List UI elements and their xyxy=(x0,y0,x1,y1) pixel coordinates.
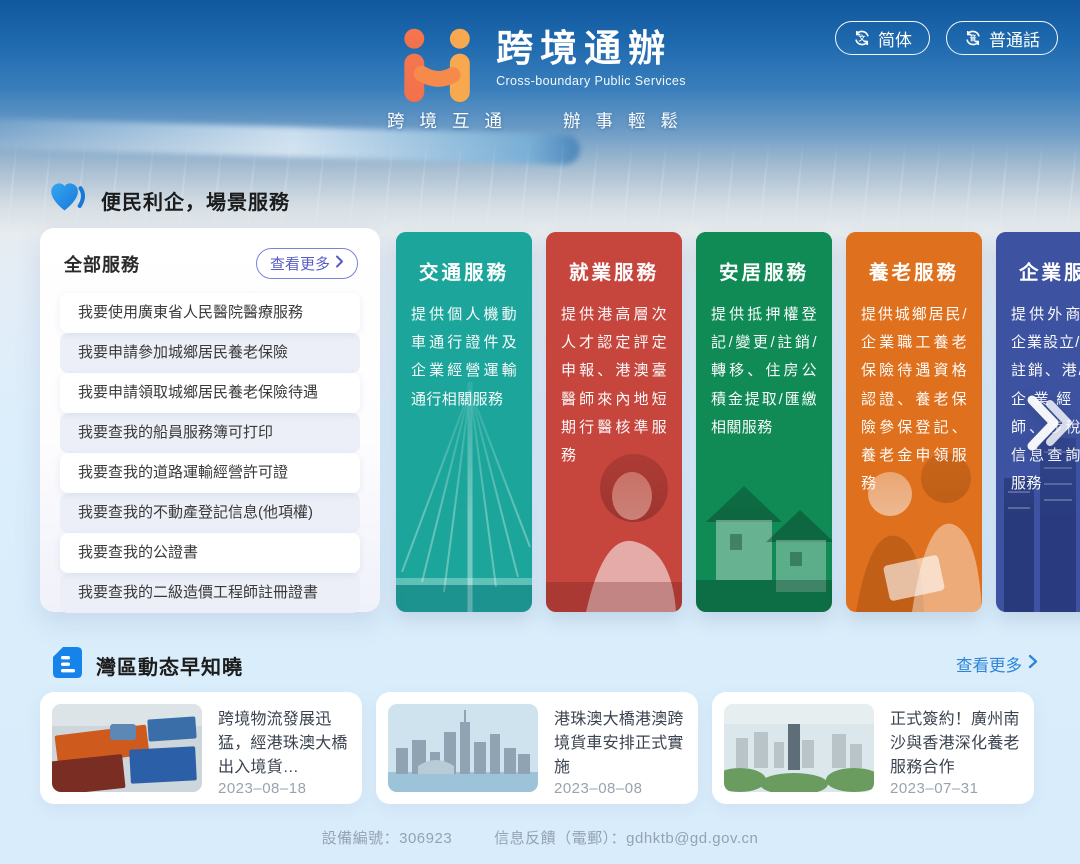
service-card-title: 交通服務 xyxy=(396,256,532,285)
service-card-desc: 提供個人機動車通行證件及企業經營運輸通行相關服務 xyxy=(411,301,517,414)
service-card-desc: 提供抵押權登記/變更/註銷/轉移、住房公積金提取/匯繳相關服務 xyxy=(711,301,817,442)
services-section-heading: 便民利企，場景服務 xyxy=(50,182,290,219)
logo: 跨境通辦 Cross-boundary Public Services xyxy=(394,28,686,107)
service-card-desc: 提供港高層次人才認定評定申報、港澳臺醫師來內地短期行醫核準服務 xyxy=(561,301,667,470)
service-card-housing[interactable]: 安居服務 提供抵押權登記/變更/註銷/轉移、住房公積金提取/匯繳相關服務 xyxy=(696,232,832,612)
news-title: 跨境物流發展迅猛，經港珠澳大橋出入境貨… xyxy=(218,708,350,780)
panel-head: 全部服務 查看更多 xyxy=(40,228,380,291)
page: 文 简体 音 普通話 xyxy=(0,0,1080,864)
news-see-more-link[interactable]: 查看更多 xyxy=(956,652,1038,676)
all-services-title: 全部服務 xyxy=(64,251,140,277)
service-list-item[interactable]: 我要申請參加城鄉居民養老保險 xyxy=(60,333,360,373)
svg-text:音: 音 xyxy=(970,33,977,42)
service-list-item[interactable]: 我要使用廣東省人民醫院醫療服務 xyxy=(60,293,360,333)
all-services-panel: 全部服務 查看更多 我要使用廣東省人民醫院醫療服務 我要申請參加城鄉居民養老保險… xyxy=(40,228,380,612)
language-swap-icon: 文 xyxy=(853,29,871,47)
tagline-right: 辦事輕鬆 xyxy=(563,108,693,133)
service-card-title: 企業服務 xyxy=(996,256,1080,285)
device-number: 設備編號：306923 xyxy=(322,827,453,848)
mandarin-label: 普通話 xyxy=(989,26,1040,51)
services-heading-text: 便民利企，場景服務 xyxy=(101,186,290,215)
service-card-desc: 提供城鄉居民/企業職工養老保險待遇資格認證、養老保險參保登記、養老金申領服務 xyxy=(861,301,967,498)
chevron-right-icon xyxy=(1028,654,1038,674)
svg-text:文: 文 xyxy=(858,33,866,42)
news-heading-text: 灣區動态早知曉 xyxy=(96,651,243,680)
service-card-transport[interactable]: 交通服務 提供個人機動車通行證件及企業經營運輸通行相關服務 xyxy=(396,232,532,612)
service-list-item[interactable]: 我要查我的船員服務簿可打印 xyxy=(60,413,360,453)
news-title: 港珠澳大橋港澳跨境貨車安排正式實施 xyxy=(554,708,686,780)
voice-swap-icon: 音 xyxy=(964,29,982,47)
news-card[interactable]: 港珠澳大橋港澳跨境貨車安排正式實施 2023–08–08 xyxy=(376,692,698,804)
news-card[interactable]: 正式簽約！廣州南沙與香港深化養老服務合作 2023–07–31 xyxy=(712,692,1034,804)
simplified-chinese-label: 简体 xyxy=(878,26,912,51)
hongkong-skyline-photo xyxy=(388,704,538,792)
bridge-photo xyxy=(396,382,532,612)
tagline-left: 跨境互通 xyxy=(387,108,517,133)
service-card-employment[interactable]: 就業服務 提供港高層次人才認定評定申報、港澳臺醫師來內地短期行醫核準服務 xyxy=(546,232,682,612)
news-see-more-label: 查看更多 xyxy=(956,652,1022,676)
service-card-title: 安居服務 xyxy=(696,256,832,285)
news-card[interactable]: 跨境物流發展迅猛，經港珠澳大橋出入境貨… 2023–08–18 xyxy=(40,692,362,804)
nansha-city-aerial-photo xyxy=(724,704,874,792)
hero-tagline: 跨境互通 辦事輕鬆 xyxy=(0,108,1080,133)
news-date: 2023–08–18 xyxy=(218,780,350,799)
site-title: 跨境通辦 xyxy=(496,28,686,71)
feedback-email: 信息反饋（電郵）：gdhktb@gd.gov.cn xyxy=(494,827,758,848)
chevron-right-icon xyxy=(335,255,344,272)
service-list-item[interactable]: 我要查我的道路運輸經營許可證 xyxy=(60,453,360,493)
news-section-heading: 灣區動态早知曉 xyxy=(52,646,243,684)
carousel-next-arrow[interactable] xyxy=(1026,392,1074,459)
hero-actions: 文 简体 音 普通話 xyxy=(835,21,1058,55)
news-date: 2023–07–31 xyxy=(890,780,1022,799)
simplified-chinese-button[interactable]: 文 简体 xyxy=(835,21,930,55)
document-icon xyxy=(52,646,83,684)
services-see-more-label: 查看更多 xyxy=(270,253,330,274)
service-list: 我要使用廣東省人民醫院醫療服務 我要申請參加城鄉居民養老保險 我要申請領取城鄉居… xyxy=(60,293,360,613)
service-list-item[interactable]: 我要查我的不動產登記信息(他項權) xyxy=(60,493,360,533)
handshake-people-logo-icon xyxy=(394,28,480,107)
mandarin-button[interactable]: 音 普通話 xyxy=(946,21,1058,55)
news-list: 跨境物流發展迅猛，經港珠澳大橋出入境貨… 2023–08–18 xyxy=(40,692,1034,804)
service-list-item[interactable]: 我要查我的公證書 xyxy=(60,533,360,573)
service-cards-carousel: 交通服務 提供個人機動車通行證件及企業經營運輸通行相關服務 就業服務 提供港高層… xyxy=(396,232,1080,612)
service-card-title: 養老服務 xyxy=(846,256,982,285)
news-date: 2023–08–08 xyxy=(554,780,686,799)
footer: 設備編號：306923 信息反饋（電郵）：gdhktb@gd.gov.cn xyxy=(0,827,1080,848)
news-title: 正式簽約！廣州南沙與香港深化養老服務合作 xyxy=(890,708,1022,780)
container-trucks-photo xyxy=(52,704,202,792)
service-list-item[interactable]: 我要申請領取城鄉居民養老保險待遇 xyxy=(60,373,360,413)
service-list-item[interactable]: 我要查我的二級造價工程師註冊證書 xyxy=(60,573,360,613)
services-see-more-button[interactable]: 查看更多 xyxy=(256,248,358,279)
heart-icon xyxy=(50,182,88,219)
service-card-eldercare[interactable]: 養老服務 提供城鄉居民/企業職工養老保險待遇資格認證、養老保險參保登記、養老金申… xyxy=(846,232,982,612)
site-subtitle: Cross-boundary Public Services xyxy=(496,74,686,88)
service-card-title: 就業服務 xyxy=(546,256,682,285)
